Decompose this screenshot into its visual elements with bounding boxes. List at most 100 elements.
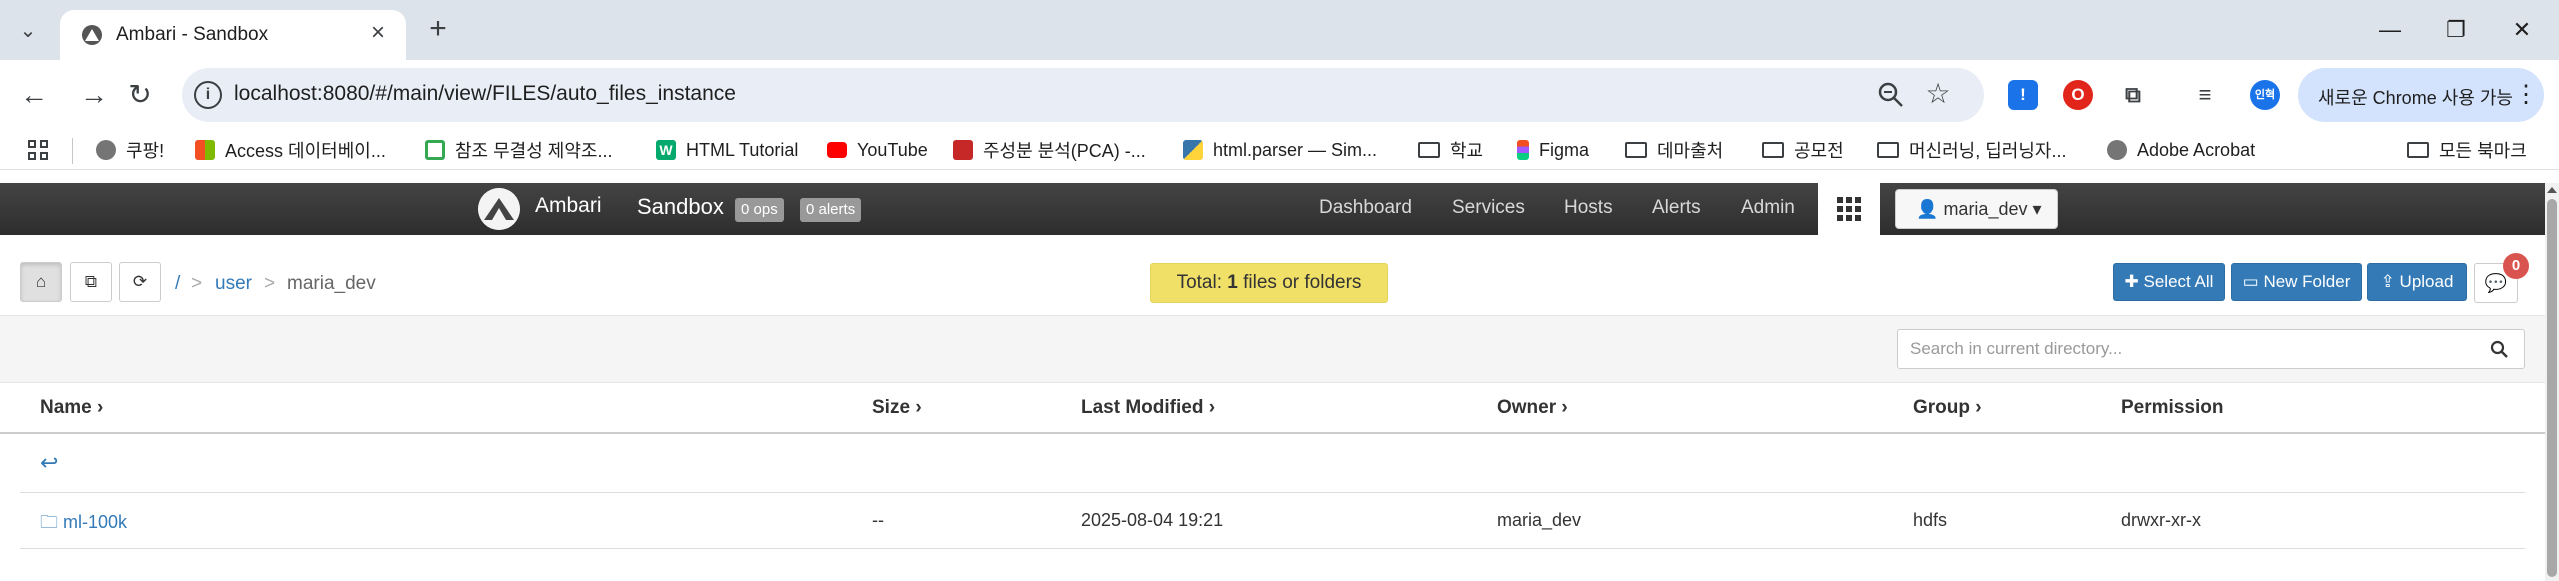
ambari-logo-icon[interactable] bbox=[478, 188, 520, 230]
bookmark-integrity[interactable]: 참조 무결성 제약조... bbox=[425, 136, 612, 164]
nav-hosts[interactable]: Hosts bbox=[1564, 197, 1613, 219]
cluster-name[interactable]: Sandbox bbox=[637, 194, 724, 220]
bookmark-folder-all[interactable]: 모든 북마크 bbox=[2407, 136, 2527, 164]
search-input[interactable] bbox=[1897, 329, 2475, 369]
ops-badge[interactable]: 0 ops bbox=[735, 198, 784, 222]
refresh-button[interactable]: ⟳ bbox=[119, 262, 161, 302]
sort-chevron-icon: › bbox=[97, 397, 104, 418]
zoom-icon[interactable] bbox=[1876, 80, 1906, 110]
url-text[interactable]: localhost:8080/#/main/view/FILES/auto_fi… bbox=[234, 82, 736, 106]
opera-extension-icon[interactable]: O bbox=[2063, 80, 2093, 110]
file-name: ml-100k bbox=[63, 512, 128, 532]
search-strip bbox=[0, 315, 2545, 383]
new-tab-icon[interactable]: + bbox=[420, 12, 456, 48]
copy-icon: ⧉ bbox=[84, 272, 98, 291]
go-up-row[interactable]: ↩ bbox=[40, 450, 58, 476]
file-name-link[interactable]: 🗀 ml-100k bbox=[40, 510, 127, 540]
views-menu-button[interactable] bbox=[1818, 183, 1880, 235]
nav-services[interactable]: Services bbox=[1452, 197, 1525, 219]
extensions-puzzle-icon[interactable]: ⧉ bbox=[2118, 80, 2148, 110]
breadcrumb-current: maria_dev bbox=[287, 273, 376, 294]
total-count-banner: Total: 1 files or folders bbox=[1150, 263, 1388, 303]
bookmark-youtube[interactable]: YouTube bbox=[827, 136, 928, 164]
active-tab[interactable]: Ambari - Sandbox × bbox=[60, 10, 406, 60]
bookmark-html-parser[interactable]: html.parser — Sim... bbox=[1183, 136, 1377, 164]
total-count: 1 bbox=[1227, 272, 1238, 293]
bookmark-pca[interactable]: 주성분 분석(PCA) -... bbox=[953, 136, 1146, 164]
upload-label: Upload bbox=[2399, 272, 2454, 291]
bookmark-html-tutorial[interactable]: W HTML Tutorial bbox=[656, 136, 798, 164]
upload-button[interactable]: ⇪ Upload bbox=[2367, 263, 2467, 301]
youtube-icon bbox=[827, 142, 847, 158]
user-menu-button[interactable]: 👤 maria_dev ▾ bbox=[1895, 189, 2058, 229]
site-info-icon[interactable]: i bbox=[194, 81, 222, 109]
scrollbar-thumb[interactable] bbox=[2547, 199, 2557, 577]
profile-initial: 인혁 bbox=[2254, 89, 2276, 101]
total-suffix: files or folders bbox=[1237, 272, 1362, 293]
column-group[interactable]: Group › bbox=[1913, 397, 1982, 419]
column-owner[interactable]: Owner › bbox=[1497, 397, 1568, 419]
close-window-icon[interactable]: ✕ bbox=[2502, 14, 2542, 46]
scroll-up-arrow-icon[interactable] bbox=[2547, 187, 2557, 193]
nav-alerts[interactable]: Alerts bbox=[1652, 197, 1701, 219]
minimize-icon[interactable]: — bbox=[2370, 14, 2410, 46]
file-group: hdfs bbox=[1913, 510, 1948, 530]
bookmark-star-icon[interactable]: ☆ bbox=[1922, 78, 1954, 110]
column-permission: Permission bbox=[2121, 397, 2223, 419]
ambari-favicon-icon bbox=[82, 25, 102, 45]
home-button[interactable]: ⌂ bbox=[20, 262, 62, 302]
alerts-badge[interactable]: 0 alerts bbox=[800, 198, 862, 222]
profile-avatar[interactable]: 인혁 bbox=[2250, 80, 2280, 110]
address-bar[interactable]: i localhost:8080/#/main/view/FILES/auto_… bbox=[182, 68, 1984, 122]
more-menu-icon[interactable]: ⋮ bbox=[2514, 80, 2538, 110]
search-button[interactable] bbox=[2474, 329, 2525, 369]
user-icon: 👤 bbox=[1916, 199, 1939, 219]
bookmark-label: HTML Tutorial bbox=[686, 139, 799, 160]
comment-icon: 💬 bbox=[2484, 273, 2508, 293]
back-icon[interactable]: ← bbox=[12, 73, 56, 117]
forward-icon[interactable]: → bbox=[72, 73, 116, 117]
messages-count-badge: 0 bbox=[2503, 253, 2529, 279]
chrome-update-button[interactable]: 새로운 Chrome 사용 가능 ⋮ bbox=[2298, 68, 2544, 122]
browser-toolbar: ← → ↻ i localhost:8080/#/main/view/FILES… bbox=[0, 60, 2559, 130]
bookmark-access-db[interactable]: Access 데이터베이... bbox=[195, 136, 386, 164]
tab-search-button[interactable]: ⌄ bbox=[10, 12, 46, 48]
chevron-down-icon: ⌄ bbox=[19, 19, 37, 42]
select-all-button[interactable]: ✚ Select All bbox=[2113, 263, 2225, 301]
trash-toggle-button[interactable]: ⧉ bbox=[70, 262, 112, 302]
page-scrollbar[interactable] bbox=[2545, 183, 2559, 581]
close-tab-icon[interactable]: × bbox=[364, 20, 392, 48]
folder-icon bbox=[1762, 142, 1784, 158]
reload-icon[interactable]: ↻ bbox=[118, 73, 162, 117]
file-permission: drwxr-xr-x bbox=[2121, 510, 2201, 530]
row-divider bbox=[20, 548, 2525, 549]
sort-chevron-icon: › bbox=[1975, 397, 1982, 418]
upload-icon: ⇪ bbox=[2380, 272, 2395, 291]
apps-grid-icon[interactable] bbox=[28, 140, 50, 162]
sort-chevron-icon: › bbox=[1208, 397, 1216, 418]
column-last-modified[interactable]: Last Modified › bbox=[1081, 397, 1215, 419]
bookmark-folder-school[interactable]: 학교 bbox=[1418, 136, 1483, 164]
file-modified: 2025-08-04 19:21 bbox=[1081, 510, 1224, 530]
bookmark-figma[interactable]: Figma bbox=[1517, 136, 1589, 164]
ambari-brand[interactable]: Ambari bbox=[535, 194, 602, 218]
bookmark-adobe-acrobat[interactable]: Adobe Acrobat bbox=[2107, 136, 2255, 164]
breadcrumb-separator: > bbox=[191, 273, 203, 294]
column-size[interactable]: Size › bbox=[872, 397, 922, 419]
nav-admin[interactable]: Admin bbox=[1741, 197, 1795, 219]
column-name[interactable]: Name › bbox=[40, 397, 103, 419]
restore-icon[interactable]: ❐ bbox=[2436, 14, 2476, 46]
nav-dashboard[interactable]: Dashboard bbox=[1319, 197, 1412, 219]
new-folder-button[interactable]: ▭ New Folder bbox=[2231, 263, 2362, 301]
table-header-divider bbox=[0, 432, 2545, 434]
breadcrumb-user[interactable]: user bbox=[215, 273, 252, 295]
bookmark-folder-contests[interactable]: 공모전 bbox=[1762, 136, 1844, 164]
bookmark-folder-ml[interactable]: 머신러닝, 딥러닝자... bbox=[1877, 136, 2066, 164]
bookmark-label: Access 데이터베이... bbox=[225, 141, 386, 161]
media-controls-icon[interactable]: ≡ bbox=[2190, 80, 2220, 110]
w3schools-icon: W bbox=[656, 140, 676, 160]
breadcrumb-root[interactable]: / bbox=[175, 273, 180, 295]
bookmark-folder-data-sources[interactable]: 데마출처 bbox=[1625, 136, 1723, 164]
bookmark-coupang[interactable]: 쿠팡! bbox=[96, 136, 164, 164]
bitwarden-extension-icon[interactable]: ! bbox=[2008, 80, 2038, 110]
